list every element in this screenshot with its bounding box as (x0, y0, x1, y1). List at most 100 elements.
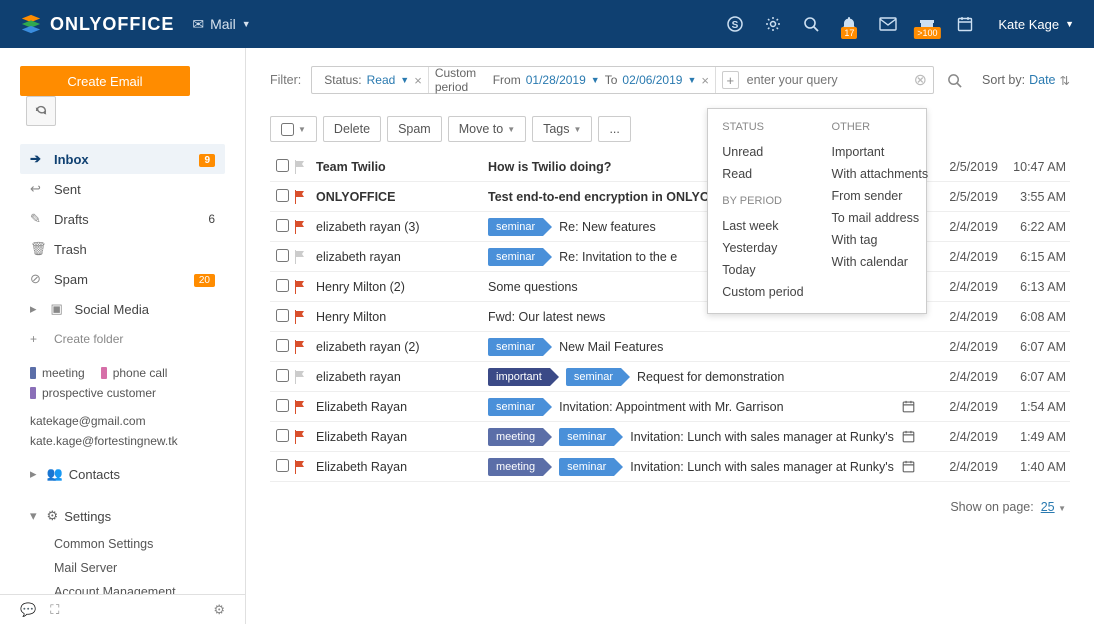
create-folder-button[interactable]: +Create folder (20, 324, 225, 354)
tag-meeting[interactable]: meeting (488, 458, 543, 476)
row-checkbox[interactable] (276, 309, 289, 322)
dropdown-opt[interactable]: With tag (832, 229, 929, 251)
row-checkbox[interactable] (276, 459, 289, 472)
dropdown-opt[interactable]: To mail address (832, 207, 929, 229)
flag-icon[interactable] (294, 310, 316, 324)
dropdown-opt[interactable]: Last week (722, 215, 803, 237)
flag-icon[interactable] (294, 280, 316, 294)
tag-meeting[interactable]: meeting (488, 428, 543, 446)
flag-icon[interactable] (294, 220, 316, 234)
row-checkbox[interactable] (276, 279, 289, 292)
tag-seminar[interactable]: seminar (488, 248, 543, 266)
sidebar-item-spam[interactable]: ⊘Spam20 (20, 264, 225, 294)
bell-icon[interactable]: 17 (841, 16, 857, 32)
tag-seminar[interactable]: seminar (488, 338, 543, 356)
sidebar-contacts[interactable]: ▸👥Contacts (20, 458, 225, 490)
page-size[interactable]: 25 (1041, 500, 1055, 514)
mail-row[interactable]: elizabeth rayanimportantseminarRequest f… (270, 362, 1070, 392)
dropdown-opt[interactable]: Read (722, 163, 803, 185)
flag-icon[interactable] (294, 190, 316, 204)
sidebar-settings[interactable]: ▾⚙Settings (20, 500, 225, 532)
mail-row[interactable]: Team TwilioHow is Twilio doing?2/5/20191… (270, 152, 1070, 182)
select-all-checkbox[interactable]: ▼ (270, 116, 317, 142)
row-checkbox[interactable] (276, 339, 289, 352)
account-item[interactable]: katekage@gmail.com (30, 414, 215, 428)
mail-row[interactable]: elizabeth rayan (2)seminarNew Mail Featu… (270, 332, 1070, 362)
settings-mail-server[interactable]: Mail Server (54, 556, 225, 580)
mail-row[interactable]: elizabeth rayan (3)seminarRe: New featur… (270, 212, 1070, 242)
sidebar-item-sent[interactable]: ↩Sent (20, 174, 225, 204)
dropdown-opt[interactable]: From sender (832, 185, 929, 207)
tag-meeting[interactable]: meeting (30, 366, 85, 380)
sidebar-item-social[interactable]: ▸▣Social Media (20, 294, 225, 324)
search-button[interactable] (940, 66, 968, 94)
filter-period-to[interactable]: 02/06/2019 (622, 73, 682, 87)
close-icon[interactable]: × (414, 73, 422, 88)
row-checkbox[interactable] (276, 399, 289, 412)
sidebar-item-trash[interactable]: 🗑Trash (20, 234, 225, 264)
filter-chip-period[interactable]: Custom period From 01/28/2019 ▼ To 02/06… (429, 67, 716, 93)
more-button[interactable]: ... (598, 116, 630, 142)
account-item[interactable]: kate.kage@fortestingnew.tk (30, 434, 215, 448)
mail-row[interactable]: Henry Milton (2)Some questions2/4/20196:… (270, 272, 1070, 302)
tag-phone-call[interactable]: phone call (101, 366, 168, 380)
tag-important[interactable]: important (488, 368, 550, 386)
currency-icon[interactable]: S (727, 16, 743, 32)
mail-row[interactable]: Elizabeth RayanmeetingseminarInvitation:… (270, 452, 1070, 482)
search-icon[interactable] (803, 16, 819, 32)
calendar-icon[interactable] (957, 16, 973, 32)
chat-icon[interactable]: 💬 (20, 602, 36, 618)
row-checkbox[interactable] (276, 219, 289, 232)
filter-chip-status[interactable]: Status: Read ▼ × (318, 67, 429, 93)
close-icon[interactable]: × (701, 73, 709, 88)
dropdown-opt[interactable]: With calendar (832, 251, 929, 273)
tag-prospective-customer[interactable]: prospective customer (30, 386, 215, 400)
row-checkbox[interactable] (276, 429, 289, 442)
sort-by[interactable]: Sort by: Date ⇅ (982, 73, 1070, 88)
refresh-button[interactable] (26, 96, 56, 126)
tag-seminar[interactable]: seminar (559, 458, 614, 476)
spam-button[interactable]: Spam (387, 116, 442, 142)
gear-icon[interactable]: ⚙ (213, 602, 225, 618)
mail-row[interactable]: elizabeth rayanseminarRe: Invitation to … (270, 242, 1070, 272)
expand-icon[interactable]: ⛶ (50, 602, 59, 618)
tag-seminar[interactable]: seminar (488, 398, 543, 416)
tag-seminar[interactable]: seminar (488, 218, 543, 236)
flag-icon[interactable] (294, 430, 316, 444)
tag-seminar[interactable]: seminar (566, 368, 621, 386)
dropdown-opt[interactable]: Unread (722, 141, 803, 163)
dropdown-opt[interactable]: Today (722, 259, 803, 281)
dropdown-opt[interactable]: Custom period (722, 281, 803, 303)
sidebar-item-inbox[interactable]: ➔Inbox9 (20, 144, 225, 174)
flag-icon[interactable] (294, 460, 316, 474)
flag-icon[interactable] (294, 400, 316, 414)
mail-row[interactable]: Henry MiltonFwd: Our latest news2/4/2019… (270, 302, 1070, 332)
dropdown-opt[interactable]: Yesterday (722, 237, 803, 259)
add-filter-button[interactable]: + (722, 71, 739, 89)
filter-query-input[interactable] (747, 67, 908, 93)
settings-account-management[interactable]: Account Management (54, 580, 225, 594)
move-to-button[interactable]: Move to▼ (448, 116, 526, 142)
flag-icon[interactable] (294, 340, 316, 354)
sidebar-item-drafts[interactable]: ✎Drafts6 (20, 204, 225, 234)
flag-icon[interactable] (294, 250, 316, 264)
filter-period-from[interactable]: 01/28/2019 (526, 73, 586, 87)
brand-logo[interactable]: ONLYOFFICE (20, 13, 174, 35)
user-menu[interactable]: Kate Kage ▼ (998, 17, 1074, 32)
settings-common[interactable]: Common Settings (54, 532, 225, 556)
mail-row[interactable]: Elizabeth RayanseminarInvitation: Appoin… (270, 392, 1070, 422)
flag-icon[interactable] (294, 160, 316, 174)
dropdown-opt[interactable]: Important (832, 141, 929, 163)
row-checkbox[interactable] (276, 159, 289, 172)
row-checkbox[interactable] (276, 249, 289, 262)
mail-icon-top[interactable] (879, 17, 897, 31)
mail-row[interactable]: ONLYOFFICETest end-to-end encryption in … (270, 182, 1070, 212)
filter-status-value[interactable]: Read (367, 73, 396, 87)
flag-icon[interactable] (294, 370, 316, 384)
create-email-button[interactable]: Create Email (20, 66, 190, 96)
row-checkbox[interactable] (276, 189, 289, 202)
app-switcher[interactable]: ✉ Mail ▼ (192, 16, 250, 33)
mail-row[interactable]: Elizabeth RayanmeetingseminarInvitation:… (270, 422, 1070, 452)
delete-button[interactable]: Delete (323, 116, 381, 142)
tags-button[interactable]: Tags▼ (532, 116, 592, 142)
